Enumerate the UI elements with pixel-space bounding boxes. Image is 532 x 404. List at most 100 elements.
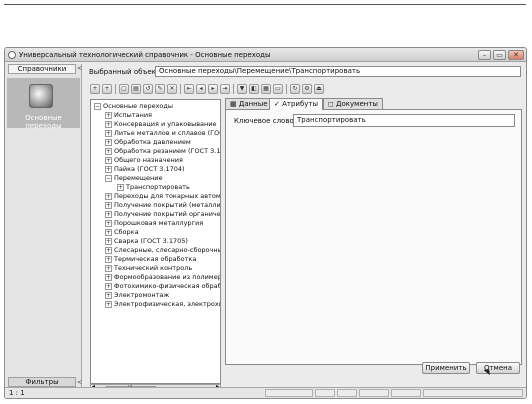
expand-icon[interactable]: + <box>105 246 112 254</box>
expand-icon[interactable]: + <box>105 264 112 272</box>
window-title: Универсальный технологический справочник… <box>19 51 271 59</box>
details-pane: ▦ Данные ✓ Атрибуты ◻ Документы Ключевое… <box>225 98 522 388</box>
tree-item[interactable]: + Литье металлов и сплавов (ГОСТ <box>105 129 220 138</box>
tree-item[interactable]: + Сборка <box>105 228 139 237</box>
maximize-button[interactable]: ▭ <box>493 50 506 60</box>
tree-item[interactable]: + Формообразование из полимерн <box>105 273 220 282</box>
table-icon[interactable]: ▦ <box>261 84 271 94</box>
keyword-field[interactable]: Транспортировать <box>293 114 515 127</box>
attributes-panel: Ключевое слово Транспортировать <box>225 109 522 365</box>
expand-icon[interactable]: + <box>105 138 112 146</box>
collapse-filters-icon[interactable]: < <box>77 379 82 386</box>
toolbar: + + ▢ ▤ ↺ ✎ ✕ ⇤ ◂ ▸ ⇥ ▼ ◧ ▦ ▭ ↻ ⚙ ⏏ <box>87 82 524 96</box>
edit-icon[interactable]: ✎ <box>155 84 165 94</box>
collapse-left-panel-icon[interactable]: < <box>77 65 82 72</box>
status-cell <box>423 389 523 397</box>
title-bar[interactable]: Универсальный технологический справочник… <box>5 48 526 62</box>
status-cell <box>359 389 389 397</box>
gears-icon <box>29 84 53 108</box>
add-icon[interactable]: + <box>90 84 100 94</box>
paste-icon[interactable]: ▤ <box>131 84 141 94</box>
status-cell <box>265 389 313 397</box>
tree-item[interactable]: + Обработка давлением <box>105 138 191 147</box>
expand-icon[interactable]: + <box>105 228 112 236</box>
left-panel: Справочники < Основные переходы Фильтры … <box>6 64 82 387</box>
tree-item[interactable]: + Пайка (ГОСТ 3.1704) <box>105 165 185 174</box>
expand-icon[interactable]: + <box>105 201 112 209</box>
tree-item[interactable]: + Порошковая металлургия <box>105 219 203 228</box>
tab-references[interactable]: Справочники <box>8 64 76 74</box>
expand-icon[interactable]: + <box>105 210 112 218</box>
expand-icon[interactable]: + <box>105 300 112 308</box>
tree-item-moving[interactable]: − Перемещение <box>105 174 163 183</box>
status-bar: 1 : 1 <box>5 387 526 398</box>
expand-icon[interactable]: + <box>105 165 112 173</box>
copy-icon[interactable]: ▢ <box>119 84 129 94</box>
expand-icon[interactable]: + <box>105 219 112 227</box>
tree-item[interactable]: + Электромонтаж <box>105 291 169 300</box>
prev-icon[interactable]: ◂ <box>196 84 206 94</box>
tree-root[interactable]: − Основные переходы <box>94 102 173 111</box>
tree-item[interactable]: + Консервация и упаковывание <box>105 120 217 129</box>
expand-icon[interactable]: + <box>105 282 112 290</box>
add-child-icon[interactable]: + <box>102 84 112 94</box>
selected-object-field[interactable]: Основные переходы\Перемещение\Транспорти… <box>155 66 521 77</box>
app-window: Универсальный технологический справочник… <box>4 47 527 399</box>
delete-icon[interactable]: ✕ <box>167 84 177 94</box>
reference-label: Основные переходы <box>25 114 62 130</box>
tree-item[interactable]: + Общего назначения <box>105 156 183 165</box>
collapse-icon[interactable]: − <box>94 102 101 110</box>
tree-item[interactable]: + Термическая обработка <box>105 255 196 264</box>
filter-icon[interactable]: ▼ <box>237 84 247 94</box>
cancel-button[interactable]: Отмена <box>476 362 520 374</box>
minimize-button[interactable]: – <box>478 50 491 60</box>
view-icon[interactable]: ◧ <box>249 84 259 94</box>
undo-icon[interactable]: ↺ <box>143 84 153 94</box>
tree-item[interactable]: + Сварка (ГОСТ 3.1705) <box>105 237 188 246</box>
tree-item[interactable]: + Обработка резанием (ГОСТ 3.17 <box>105 147 220 156</box>
expand-icon[interactable]: + <box>105 237 112 245</box>
last-icon[interactable]: ⇥ <box>220 84 230 94</box>
exit-icon[interactable]: ⏏ <box>314 84 324 94</box>
tab-filters[interactable]: Фильтры <box>8 377 76 387</box>
tree-item[interactable]: + Технический контроль <box>105 264 192 273</box>
next-icon[interactable]: ▸ <box>208 84 218 94</box>
tree-item[interactable]: + Получение покрытий (металлич <box>105 201 220 210</box>
toolbar-separator <box>233 84 234 94</box>
tree-item[interactable]: + Испытания <box>105 111 152 120</box>
expand-icon[interactable]: + <box>105 156 112 164</box>
toolbar-separator <box>115 84 116 94</box>
refresh-icon[interactable]: ↻ <box>290 84 300 94</box>
status-position: 1 : 1 <box>9 389 25 397</box>
tree-item[interactable]: + Электрофизическая, электрохим <box>105 300 220 309</box>
expand-icon[interactable]: + <box>105 147 112 155</box>
expand-icon[interactable]: + <box>105 192 112 200</box>
tab-data[interactable]: ▦ Данные <box>225 98 273 109</box>
reference-basic-transitions[interactable]: Основные переходы <box>7 78 80 130</box>
expand-icon[interactable]: + <box>105 120 112 128</box>
collapse-icon[interactable]: − <box>105 174 112 182</box>
status-cell <box>391 389 421 397</box>
page-top-rule <box>4 4 526 5</box>
expand-icon[interactable]: + <box>105 111 112 119</box>
close-button[interactable]: ✕ <box>508 50 524 60</box>
expand-icon[interactable]: + <box>117 183 124 191</box>
expand-icon[interactable]: + <box>105 291 112 299</box>
apply-button[interactable]: Применить <box>422 362 470 374</box>
tree-item[interactable]: + Переходы для токарных автома <box>105 192 220 201</box>
export-icon[interactable]: ▭ <box>273 84 283 94</box>
first-icon[interactable]: ⇤ <box>184 84 194 94</box>
tree-item[interactable]: + Получение покрытий органическ <box>105 210 220 219</box>
expand-icon[interactable]: + <box>105 273 112 281</box>
tab-documents[interactable]: ◻ Документы <box>323 98 383 109</box>
tree-panel[interactable]: − Основные переходы + Испытания + Консервац… <box>90 99 221 384</box>
expand-icon[interactable]: + <box>105 129 112 137</box>
tree-item-transport[interactable]: + Транспортировать <box>117 183 190 192</box>
toolbar-separator <box>286 84 287 94</box>
tree-item[interactable]: + Фотохимико-физическая обработ <box>105 282 220 291</box>
expand-icon[interactable]: + <box>105 255 112 263</box>
tree-item[interactable]: + Слесарные, слесарно-сборочные <box>105 246 220 255</box>
status-cell <box>337 389 357 397</box>
settings-icon[interactable]: ⚙ <box>302 84 312 94</box>
tab-attributes[interactable]: ✓ Атрибуты <box>269 98 324 110</box>
